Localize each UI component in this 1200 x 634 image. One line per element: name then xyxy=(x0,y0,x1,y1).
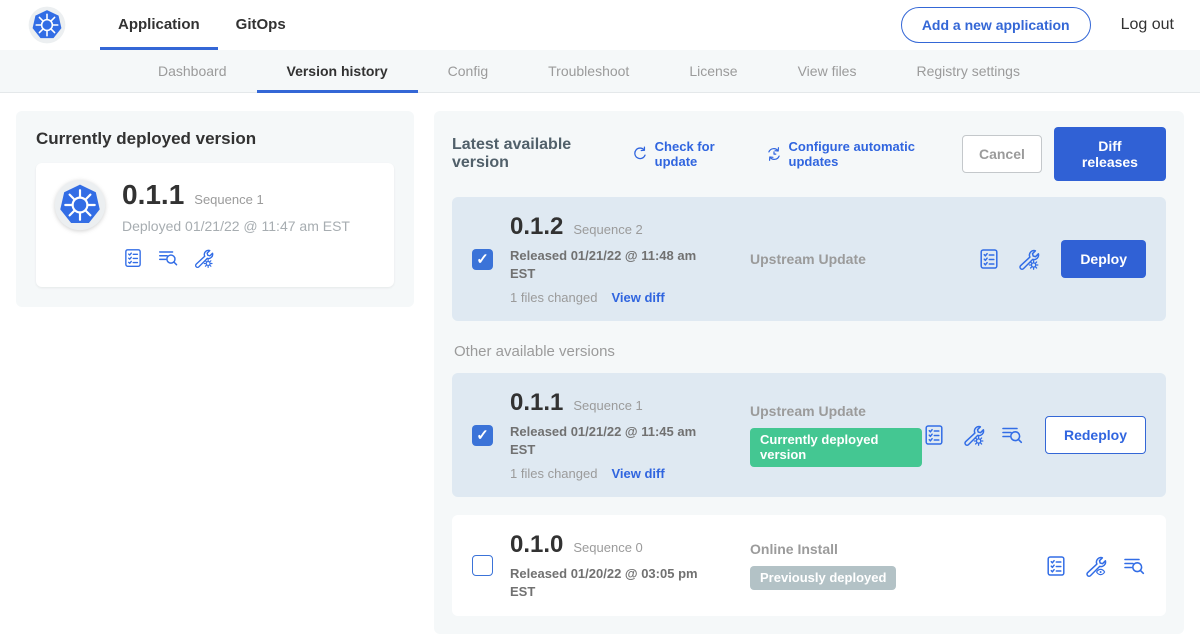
redeploy-button[interactable]: Redeploy xyxy=(1045,416,1146,454)
version-checkbox[interactable]: ✓ xyxy=(472,425,493,446)
check-for-update-link[interactable]: Check for update xyxy=(631,139,747,169)
view-diff-link[interactable]: View diff xyxy=(611,290,664,305)
tab-dashboard[interactable]: Dashboard xyxy=(128,50,257,93)
tab-config[interactable]: Config xyxy=(418,50,518,93)
version-row-0-1-1: ✓ 0.1.1 Sequence 1 Released 01/21/22 @ 1… xyxy=(452,373,1166,497)
released-timestamp: Released 01/20/22 @ 03:05 pm EST xyxy=(510,565,718,600)
tab-version-history[interactable]: Version history xyxy=(257,50,418,93)
topnav-tab-application[interactable]: Application xyxy=(100,0,218,50)
release-notes-search-icon[interactable] xyxy=(157,247,179,269)
preflight-checklist-icon[interactable] xyxy=(122,247,144,269)
preflight-checklist-icon[interactable] xyxy=(1044,554,1068,578)
released-timestamp: Released 01/21/22 @ 11:45 am EST xyxy=(510,423,718,458)
deployed-sequence-label: Sequence 1 xyxy=(194,192,263,207)
released-timestamp: Released 01/21/22 @ 11:48 am EST xyxy=(510,247,718,282)
version-history-panel: Latest available version Check for updat… xyxy=(434,111,1184,634)
deployed-timestamp: Deployed 01/21/22 @ 11:47 am EST xyxy=(122,218,350,234)
version-checkbox[interactable]: ✓ xyxy=(472,249,493,270)
version-row-0-1-2: ✓ 0.1.2 Sequence 2 Released 01/21/22 @ 1… xyxy=(452,197,1166,321)
top-navbar: Application GitOps Add a new application… xyxy=(0,0,1200,50)
deployed-version-card: 0.1.1 Sequence 1 Deployed 01/21/22 @ 11:… xyxy=(36,163,394,287)
preflight-checklist-icon[interactable] xyxy=(922,423,946,447)
tab-troubleshoot[interactable]: Troubleshoot xyxy=(518,50,659,93)
kubernetes-logo-icon xyxy=(28,6,66,44)
add-new-application-button[interactable]: Add a new application xyxy=(901,7,1091,43)
view-diff-link[interactable]: View diff xyxy=(611,466,664,481)
version-row-0-1-0: 0.1.0 Sequence 0 Released 01/20/22 @ 03:… xyxy=(452,515,1166,616)
logout-button[interactable]: Log out xyxy=(1121,16,1174,34)
tab-view-files[interactable]: View files xyxy=(768,50,887,93)
edit-config-wrench-gear-icon[interactable] xyxy=(961,423,985,447)
currently-deployed-title: Currently deployed version xyxy=(36,129,394,149)
scheduled-update-icon xyxy=(765,145,783,163)
main-content: Currently deployed version 0.1.1 Sequenc… xyxy=(0,93,1200,634)
configure-automatic-updates-link[interactable]: Configure automatic updates xyxy=(765,139,946,169)
updates-header: Latest available version Check for updat… xyxy=(452,127,1166,181)
other-available-versions-title: Other available versions xyxy=(454,343,1164,360)
tab-registry-settings[interactable]: Registry settings xyxy=(886,50,1049,93)
latest-available-version-title: Latest available version xyxy=(452,136,613,172)
app-subnav: Dashboard Version history Config Trouble… xyxy=(0,50,1200,93)
sequence-label: Sequence 0 xyxy=(573,540,642,555)
sequence-label: Sequence 1 xyxy=(573,398,642,413)
topnav-tab-gitops[interactable]: GitOps xyxy=(218,0,304,50)
version-source-label: Upstream Update xyxy=(750,251,977,267)
version-number: 0.1.0 xyxy=(510,531,563,559)
refresh-icon xyxy=(631,145,649,163)
version-number: 0.1.2 xyxy=(510,213,563,241)
release-notes-search-icon[interactable] xyxy=(1000,423,1024,447)
edit-config-wrench-gear-icon[interactable] xyxy=(1016,247,1040,271)
deploy-button[interactable]: Deploy xyxy=(1061,240,1146,278)
version-checkbox[interactable] xyxy=(472,555,493,576)
previously-deployed-badge: Previously deployed xyxy=(750,566,896,590)
view-config-wrench-eye-icon[interactable] xyxy=(1083,554,1107,578)
currently-deployed-badge: Currently deployed version xyxy=(750,428,922,467)
files-changed-label: 1 files changed xyxy=(510,466,597,481)
app-kubernetes-logo-icon xyxy=(54,179,106,231)
tab-license[interactable]: License xyxy=(659,50,767,93)
version-number: 0.1.1 xyxy=(510,389,563,417)
diff-releases-button[interactable]: Diff releases xyxy=(1054,127,1166,181)
files-changed-label: 1 files changed xyxy=(510,290,597,305)
check-for-update-label: Check for update xyxy=(655,139,747,169)
deployed-version-number: 0.1.1 xyxy=(122,179,184,211)
cancel-button[interactable]: Cancel xyxy=(962,135,1042,173)
preflight-checklist-icon[interactable] xyxy=(977,247,1001,271)
configure-automatic-updates-label: Configure automatic updates xyxy=(789,139,946,169)
edit-config-wrench-gear-icon[interactable] xyxy=(192,247,214,269)
version-source-label: Upstream Update xyxy=(750,403,922,419)
version-source-label: Online Install xyxy=(750,541,1044,557)
release-notes-search-icon[interactable] xyxy=(1122,554,1146,578)
sequence-label: Sequence 2 xyxy=(573,222,642,237)
currently-deployed-panel: Currently deployed version 0.1.1 Sequenc… xyxy=(16,111,414,307)
